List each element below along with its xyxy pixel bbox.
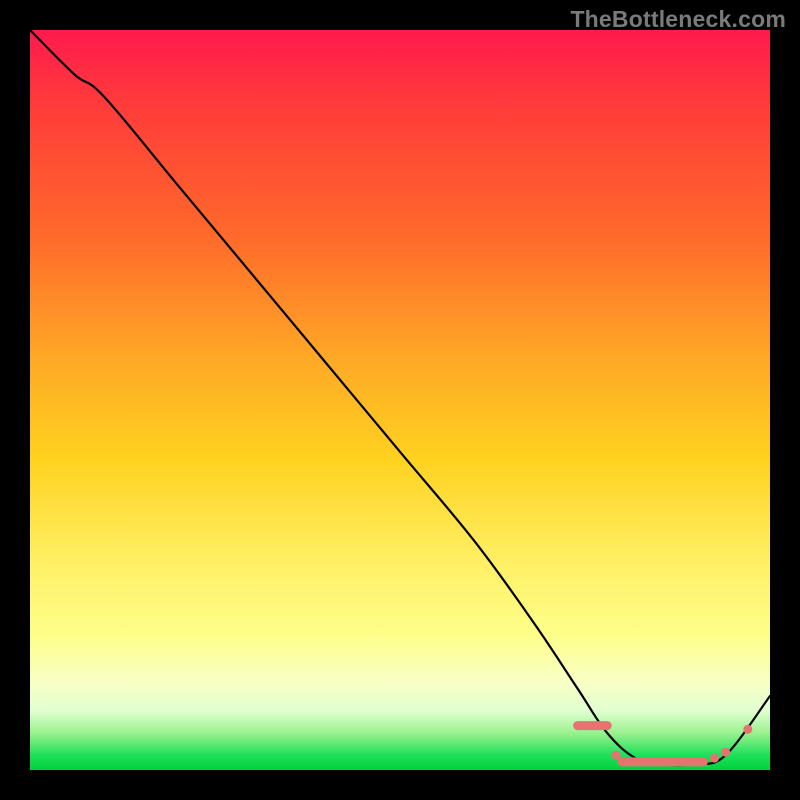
highlight-dot xyxy=(710,754,719,763)
highlight-dot xyxy=(721,748,730,757)
highlight-dot xyxy=(743,725,752,734)
watermark-text: TheBottleneck.com xyxy=(570,6,786,33)
bottleneck-curve xyxy=(30,30,770,765)
chart-frame: TheBottleneck.com xyxy=(0,0,800,800)
chart-overlay xyxy=(30,30,770,770)
highlight-dot xyxy=(612,751,621,760)
